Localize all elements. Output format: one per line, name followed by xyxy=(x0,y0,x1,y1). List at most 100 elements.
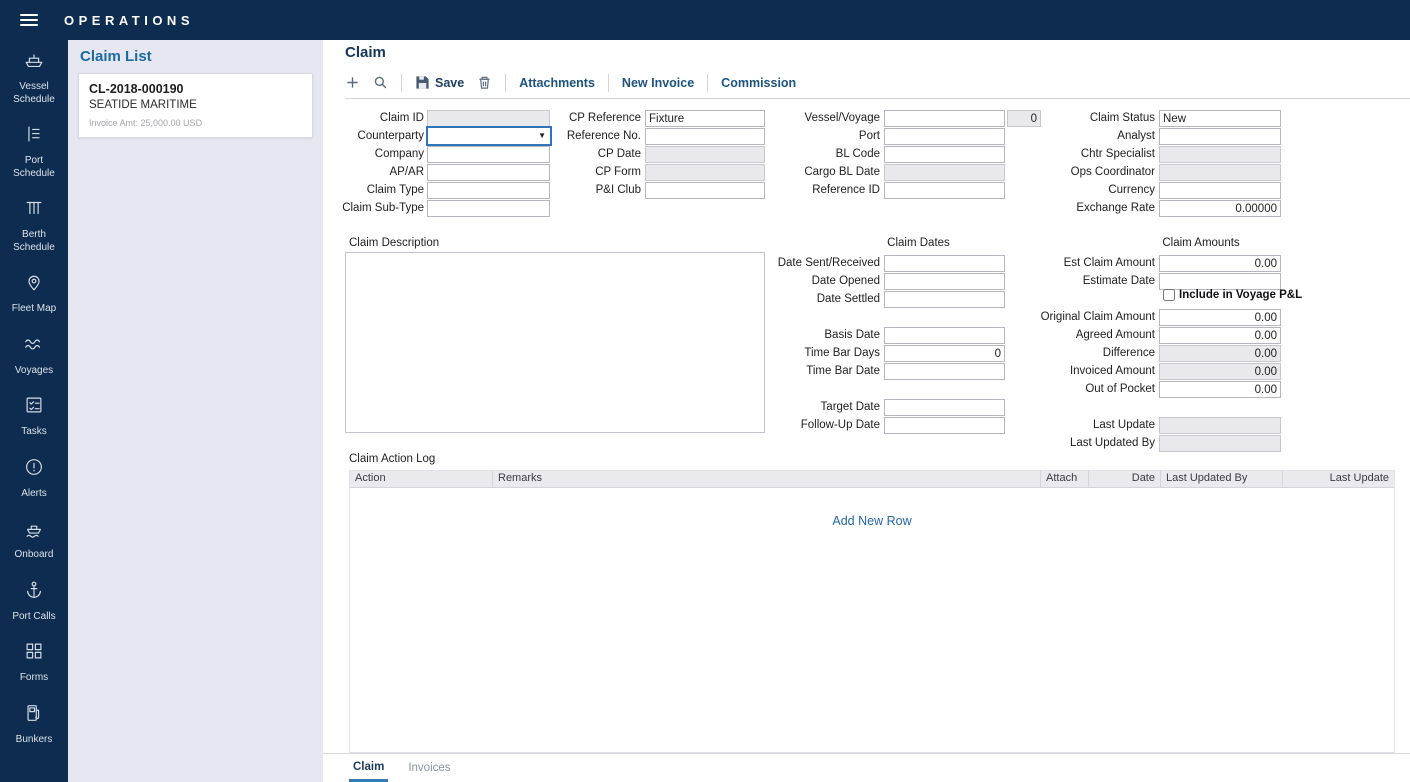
add-button[interactable] xyxy=(345,75,360,90)
last-update-label: Last Update xyxy=(983,417,1155,434)
est-claim-amount-label: Est Claim Amount xyxy=(983,255,1155,272)
invoiced-amount-input xyxy=(1159,363,1281,380)
company-input[interactable] xyxy=(427,146,550,163)
save-button[interactable]: Save xyxy=(415,75,464,90)
target-date-label: Target Date xyxy=(753,399,880,416)
out-of-pocket-input[interactable] xyxy=(1159,381,1281,398)
date-opened-label: Date Opened xyxy=(753,273,880,290)
vessel-voyage-input[interactable] xyxy=(884,110,1005,127)
sidebar-item-tasks[interactable]: Tasks xyxy=(0,385,68,447)
table-header-row: Action Remarks Attach Date Last Updated … xyxy=(350,471,1394,488)
page-title: Claim xyxy=(345,44,386,61)
ap-ar-input[interactable] xyxy=(427,164,550,181)
port-schedule-icon xyxy=(23,123,45,150)
difference-input xyxy=(1159,345,1281,362)
claim-description-textarea[interactable] xyxy=(345,252,765,433)
waves-icon xyxy=(23,333,45,360)
exchange-rate-label: Exchange Rate xyxy=(1019,200,1155,217)
target-date-input[interactable] xyxy=(884,399,1005,416)
bl-code-input[interactable] xyxy=(884,146,1005,163)
checklist-icon xyxy=(23,394,45,421)
menu-icon[interactable] xyxy=(20,14,38,26)
est-claim-amount-input[interactable] xyxy=(1159,255,1281,272)
include-in-voyage-pl-checkbox[interactable] xyxy=(1163,289,1175,301)
sidebar-item-voyages[interactable]: Voyages xyxy=(0,324,68,386)
analyst-input[interactable] xyxy=(1159,128,1281,145)
currency-label: Currency xyxy=(1019,182,1155,199)
claim-card-id: CL-2018-000190 xyxy=(89,82,302,96)
sidebar-item-vessel-schedule[interactable]: Vessel Schedule xyxy=(0,40,68,114)
reference-id-input[interactable] xyxy=(884,182,1005,199)
sidebar-item-label: Vessel Schedule xyxy=(3,81,65,106)
sidebar-item-onboard[interactable]: Onboard xyxy=(0,508,68,570)
cp-form-input xyxy=(645,164,765,181)
date-settled-label: Date Settled xyxy=(753,291,880,308)
claim-list-panel: Claim List CL-2018-000190 SEATIDE MARITI… xyxy=(68,40,323,782)
claim-action-log-title: Claim Action Log xyxy=(349,453,435,465)
commission-button[interactable]: Commission xyxy=(721,76,796,90)
berth-schedule-icon xyxy=(23,197,45,224)
ops-coordinator-input xyxy=(1159,164,1281,181)
claim-type-input[interactable] xyxy=(427,182,550,199)
claim-sub-type-input[interactable] xyxy=(427,200,550,217)
sidebar-item-alerts[interactable]: Alerts xyxy=(0,447,68,509)
pi-club-input[interactable] xyxy=(645,182,765,199)
claim-type-label: Claim Type xyxy=(333,182,424,199)
out-of-pocket-label: Out of Pocket xyxy=(983,381,1155,398)
bl-code-label: BL Code xyxy=(769,146,880,163)
save-button-label: Save xyxy=(435,76,464,90)
fuel-pump-icon xyxy=(23,702,45,729)
add-new-row-link[interactable]: Add New Row xyxy=(832,514,911,528)
sidebar-item-label: Forms xyxy=(20,672,48,685)
sidebar-item-berth-schedule[interactable]: Berth Schedule xyxy=(0,188,68,262)
port-input[interactable] xyxy=(884,128,1005,145)
column-header-last-update: Last Update xyxy=(1283,471,1394,487)
tab-invoices[interactable]: Invoices xyxy=(404,754,454,782)
claim-dates-title: Claim Dates xyxy=(858,237,979,249)
sidebar-item-label: Voyages xyxy=(15,365,53,378)
sidebar-item-label: Port Schedule xyxy=(3,155,65,180)
original-claim-amount-label: Original Claim Amount xyxy=(983,309,1155,326)
sidebar-item-label: Tasks xyxy=(21,426,47,439)
claim-action-log-table: Action Remarks Attach Date Last Updated … xyxy=(349,470,1395,753)
sidebar-item-bunkers[interactable]: Bunkers xyxy=(0,693,68,755)
sidebar-item-forms[interactable]: Forms xyxy=(0,631,68,693)
sidebar-item-port-calls[interactable]: Port Calls xyxy=(0,570,68,632)
company-label: Company xyxy=(333,146,424,163)
tab-claim[interactable]: Claim xyxy=(349,754,388,782)
new-invoice-button[interactable]: New Invoice xyxy=(622,76,694,90)
table-body: Add New Row xyxy=(350,488,1394,530)
claim-status-input[interactable] xyxy=(1159,110,1281,127)
operations-app: OPERATIONS Vessel Schedule Port Schedule… xyxy=(0,0,1410,782)
delete-icon[interactable] xyxy=(477,75,492,90)
toolbar-separator xyxy=(608,74,609,92)
date-settled-input[interactable] xyxy=(884,291,1005,308)
column-header-action: Action xyxy=(350,471,493,487)
sidebar-item-label: Bunkers xyxy=(16,734,53,747)
date-sent-received-label: Date Sent/Received xyxy=(753,255,880,272)
app-title: OPERATIONS xyxy=(64,13,194,28)
claim-form-panel: Claim Save Attachments New Invoice Commi… xyxy=(323,40,1410,782)
bottom-tab-bar: Claim Invoices xyxy=(323,753,1410,782)
include-in-voyage-pl-row[interactable]: Include in Voyage P&L xyxy=(1163,289,1302,301)
claim-list-item[interactable]: CL-2018-000190 SEATIDE MARITIME Invoice … xyxy=(78,73,313,138)
sidebar-item-port-schedule[interactable]: Port Schedule xyxy=(0,114,68,188)
claim-amounts-title: Claim Amounts xyxy=(1140,237,1262,249)
reference-no-input[interactable] xyxy=(645,128,765,145)
attachments-button[interactable]: Attachments xyxy=(519,76,595,90)
counterparty-select[interactable]: ▼ xyxy=(426,126,552,146)
search-icon[interactable] xyxy=(373,75,388,90)
sidebar: Vessel Schedule Port Schedule Berth Sche… xyxy=(0,40,68,782)
grid-icon xyxy=(23,640,45,667)
follow-up-date-label: Follow-Up Date xyxy=(753,417,880,434)
cp-reference-input[interactable] xyxy=(645,110,765,127)
pi-club-label: P&I Club xyxy=(547,182,641,199)
claim-sub-type-label: Claim Sub-Type xyxy=(333,200,424,217)
exchange-rate-input[interactable] xyxy=(1159,200,1281,217)
original-claim-amount-input[interactable] xyxy=(1159,309,1281,326)
estimate-date-input[interactable] xyxy=(1159,273,1281,290)
currency-input[interactable] xyxy=(1159,182,1281,199)
agreed-amount-input[interactable] xyxy=(1159,327,1281,344)
sidebar-item-label: Fleet Map xyxy=(12,303,56,316)
sidebar-item-fleet-map[interactable]: Fleet Map xyxy=(0,262,68,324)
